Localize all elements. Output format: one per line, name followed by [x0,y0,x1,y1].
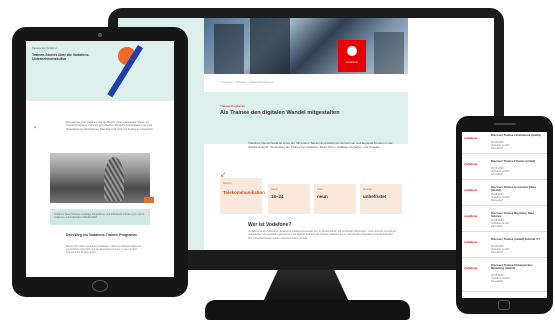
vodafone-logo: vodafone [464,214,478,218]
stat-card-contract: Vertrag unbefristet [360,184,402,214]
tablet-section-heading: Dein Weg ins Vodafone-Trainee-Programm [66,233,137,237]
tablet-section-text: Bewirb dich online mit deinen Unterlagen… [66,245,142,255]
stat-label: Vertrag [363,188,372,191]
job-title[interactable]: Discover Trainee Strategisches Marketing… [491,263,545,271]
home-button[interactable] [498,300,510,310]
logo-text: vodafone [345,60,359,64]
job-list-item[interactable]: vodafone Discover Trainee Strategisches … [462,262,547,292]
hero-image: vodafone [204,18,408,74]
job-city: Düsseldorf [491,225,503,229]
stat-label: Dauer [271,188,279,191]
section-text-who: Vodafone ist ein führendes Telekommunika… [248,230,396,240]
info-box: Vodafone bietet Trainees vielfältige Per… [50,209,150,225]
stat-value: neun [317,194,328,199]
tablet-device: Karriere bei Vodafone Trainee-Stories üb… [12,27,188,297]
job-list-item[interactable]: vodafone Discover Trainee Big Data / Dat… [462,210,547,232]
quote-icon: “ [34,127,36,133]
phone-device: vodafone Discover Trainee eCommerce (m/w… [456,116,553,314]
job-city: Düsseldorf [491,251,503,255]
intro-section: Trainee-Programm Als Trainee den digital… [204,92,408,144]
hero-illustration [100,41,174,101]
job-details: 09.08.2023 Vodafone GmbH Düsseldorf [491,274,509,283]
job-city: Düsseldorf [491,199,503,203]
tablet-eyebrow: Karriere bei Vodafone [32,47,58,50]
camera-icon [98,33,102,37]
vodafone-logo[interactable]: vodafone [338,40,366,72]
vodafone-logo: vodafone [464,240,478,244]
monitor-stand-base [205,300,410,320]
phone-screen: vodafone Discover Trainee eCommerce (m/w… [462,132,547,298]
job-title[interactable]: Discover Trainee Finance (m/w/d) [491,159,545,163]
stat-card-duration: Dauer 18–24 [268,184,310,214]
city-photo [50,153,154,203]
job-details: 09.08.2023 Vodafone GmbH Düsseldorf [491,219,509,228]
stat-value: unbefristet [363,194,387,199]
job-list-item[interactable]: vodafone Discover Trainee (m/w/d) Techni… [462,236,547,258]
job-details: 09.08.2023 Vodafone GmbH Düsseldorf [491,167,509,176]
job-details: 09.08.2023 Vodafone GmbH Düsseldorf [491,193,509,202]
speechmark-icon [347,46,357,56]
stat-label: Start [317,188,323,191]
job-title[interactable]: Discover Trainee eCommerce (m/w/d) [491,133,545,137]
job-list-item[interactable]: vodafone Discover Trainee Consumer Sales… [462,184,547,206]
tablet-quote-text: Mein Einstieg bei Vodafone war der Begin… [66,121,154,131]
photo-button[interactable] [144,197,154,203]
stat-value: Telekommunikation [223,190,265,195]
job-city: Düsseldorf [491,173,503,177]
home-button[interactable] [92,280,108,292]
speaker-icon [494,123,516,125]
stat-card-start: Start neun [314,184,356,214]
job-list-item[interactable]: vodafone Discover Trainee eCommerce (m/w… [462,132,547,154]
monitor-stand-neck [262,270,350,304]
intro-description: Vodafone Deutschland ist eines der führe… [248,141,393,149]
job-title[interactable]: Discover Trainee Big Data / Data Science [491,211,545,219]
breadcrumb[interactable]: ⌂ › Karriere › Trainee › Trainee Program… [218,80,273,84]
section-heading-who: Wer ist Vodafone? [248,222,292,228]
vodafone-logo: vodafone [464,266,478,270]
job-title[interactable]: Discover Trainee Consumer Sales (m/w/d) [491,185,545,193]
job-city: Düsseldorf [491,280,503,284]
stat-card-area: Bereich Telekommunikation [220,178,265,214]
job-details: 09.08.2023 Vodafone GmbH Düsseldorf [491,245,509,254]
vodafone-logo: vodafone [464,136,478,140]
job-details: 09.08.2023 Vodafone GmbH Düsseldorf [491,141,509,150]
job-title[interactable]: Discover Trainee (m/w/d) Technik / IT [491,237,545,241]
job-city: Düsseldorf [491,147,503,151]
tablet-title: Trainee-Stories über die Vodafone-Untern… [32,53,90,62]
info-box-text: Vodafone bietet Trainees vielfältige Per… [54,213,145,219]
stat-value: 18–24 [271,194,284,199]
tower-building [104,157,124,201]
vodafone-logo: vodafone [464,162,478,166]
tablet-screen: Karriere bei Vodafone Trainee-Stories üb… [26,41,174,277]
intro-eyebrow: Trainee-Programm [220,104,246,108]
job-list-item[interactable]: vodafone Discover Trainee Finance (m/w/d… [462,158,547,180]
page-title: Als Trainee den digitalen Wandel mitgest… [220,110,340,116]
stat-label: Bereich [223,182,232,185]
tablet-hero: Karriere bei Vodafone Trainee-Stories üb… [26,41,174,101]
vodafone-logo: vodafone [464,188,478,192]
